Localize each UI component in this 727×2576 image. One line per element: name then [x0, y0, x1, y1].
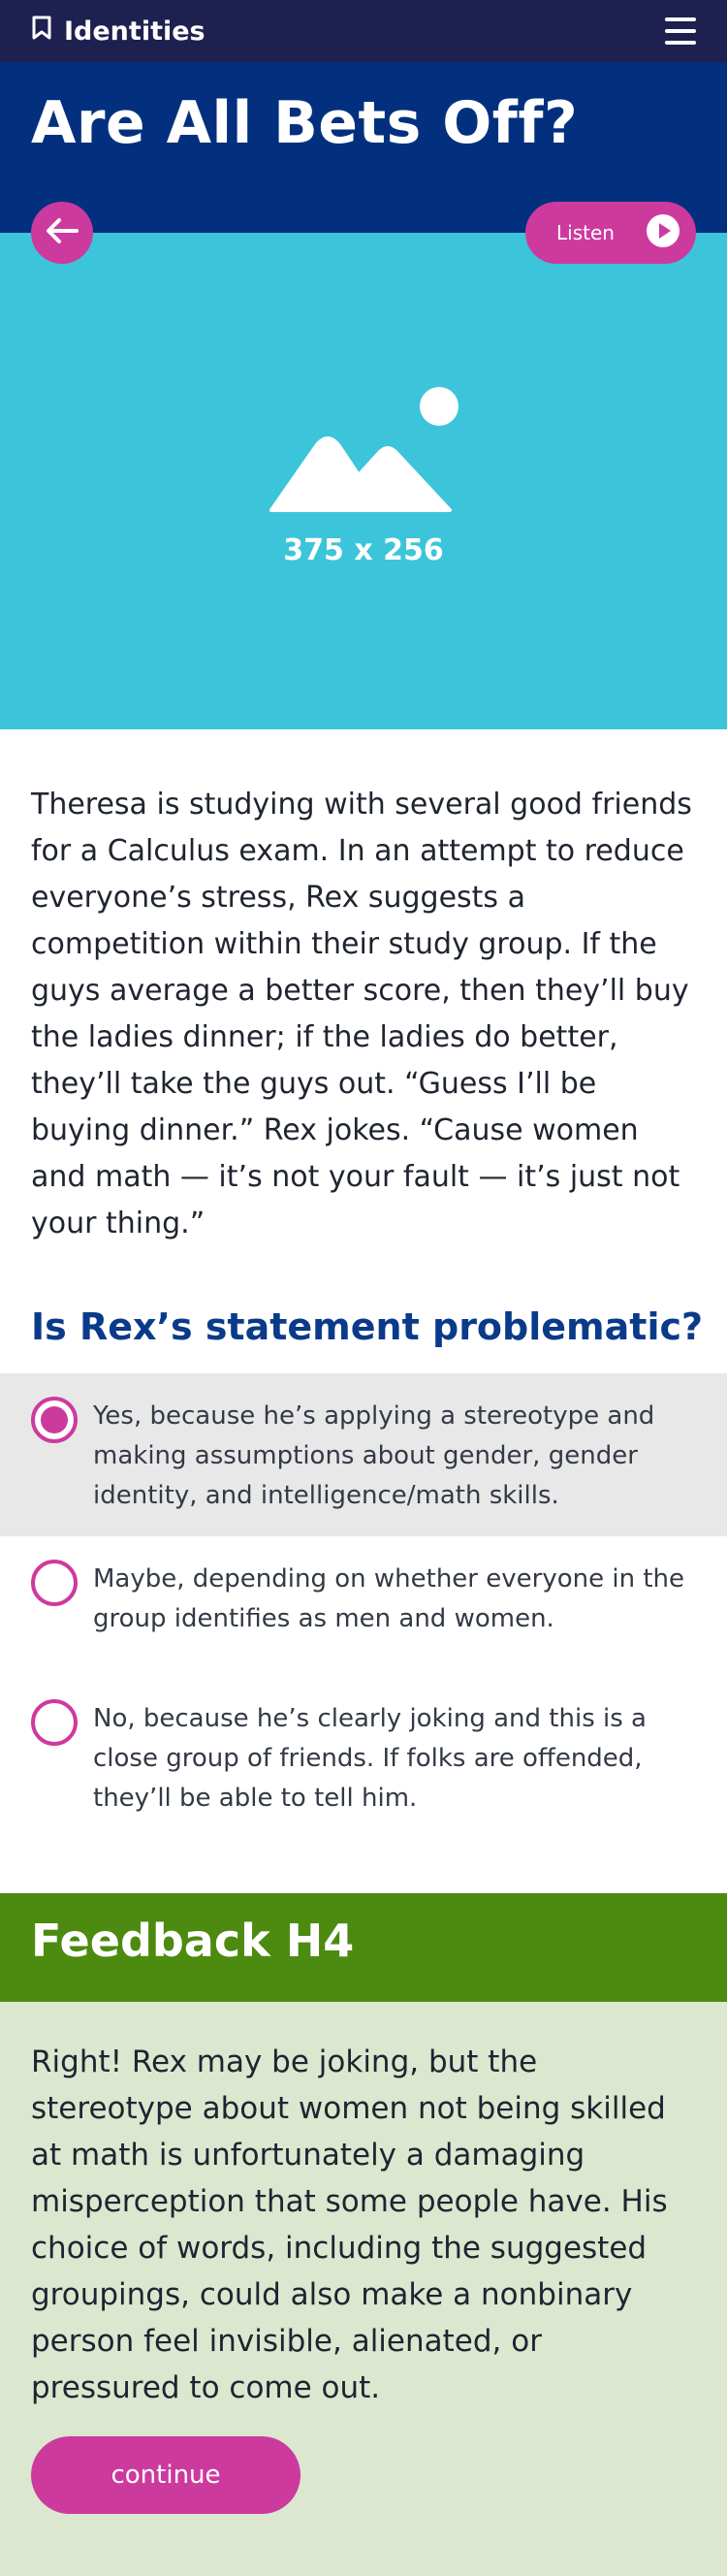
- bookmark-icon: [31, 16, 52, 48]
- back-button[interactable]: [31, 202, 93, 264]
- feedback-heading: Feedback H4: [31, 1915, 355, 1967]
- scenario-text: Theresa is studying with several good fr…: [31, 788, 692, 1240]
- feedback-header: Feedback H4: [0, 1893, 727, 2002]
- answer-option-label: Maybe, depending on whether everyone in …: [93, 1564, 684, 1633]
- feedback-panel: Right! Rex may be joking, but the stereo…: [0, 2002, 727, 2576]
- listen-label: Listen: [556, 221, 615, 244]
- image-dimensions-label: 375 x 256: [283, 533, 444, 567]
- page-title: Are All Bets Off?: [31, 89, 579, 157]
- radio-unselected-icon[interactable]: [31, 1699, 78, 1746]
- answer-option-yes[interactable]: Yes, because he’s applying a stereotype …: [0, 1373, 727, 1536]
- hamburger-menu-icon[interactable]: [665, 17, 696, 45]
- continue-button[interactable]: continue: [31, 2436, 300, 2514]
- brand[interactable]: Identities: [31, 16, 205, 48]
- brand-label: Identities: [64, 16, 205, 47]
- hero-image-area: Listen 375 x 256: [0, 202, 727, 729]
- answer-option-no[interactable]: No, because he’s clearly joking and this…: [0, 1699, 727, 1835]
- listen-button[interactable]: Listen: [525, 202, 696, 264]
- top-nav-bar: Identities: [0, 0, 727, 62]
- radio-unselected-icon[interactable]: [31, 1560, 78, 1606]
- answer-option-label: Yes, because he’s applying a stereotype …: [93, 1401, 655, 1510]
- question-heading: Is Rex’s statement problematic?: [31, 1305, 704, 1348]
- play-icon: [646, 213, 680, 253]
- feedback-text: Right! Rex may be joking, but the stereo…: [31, 2045, 668, 2405]
- answer-option-label: No, because he’s clearly joking and this…: [93, 1704, 647, 1813]
- answer-option-maybe[interactable]: Maybe, depending on whether everyone in …: [0, 1560, 727, 1676]
- arrow-left-icon: [45, 217, 79, 248]
- radio-selected-icon[interactable]: [31, 1397, 78, 1443]
- image-placeholder-icon: [269, 387, 458, 512]
